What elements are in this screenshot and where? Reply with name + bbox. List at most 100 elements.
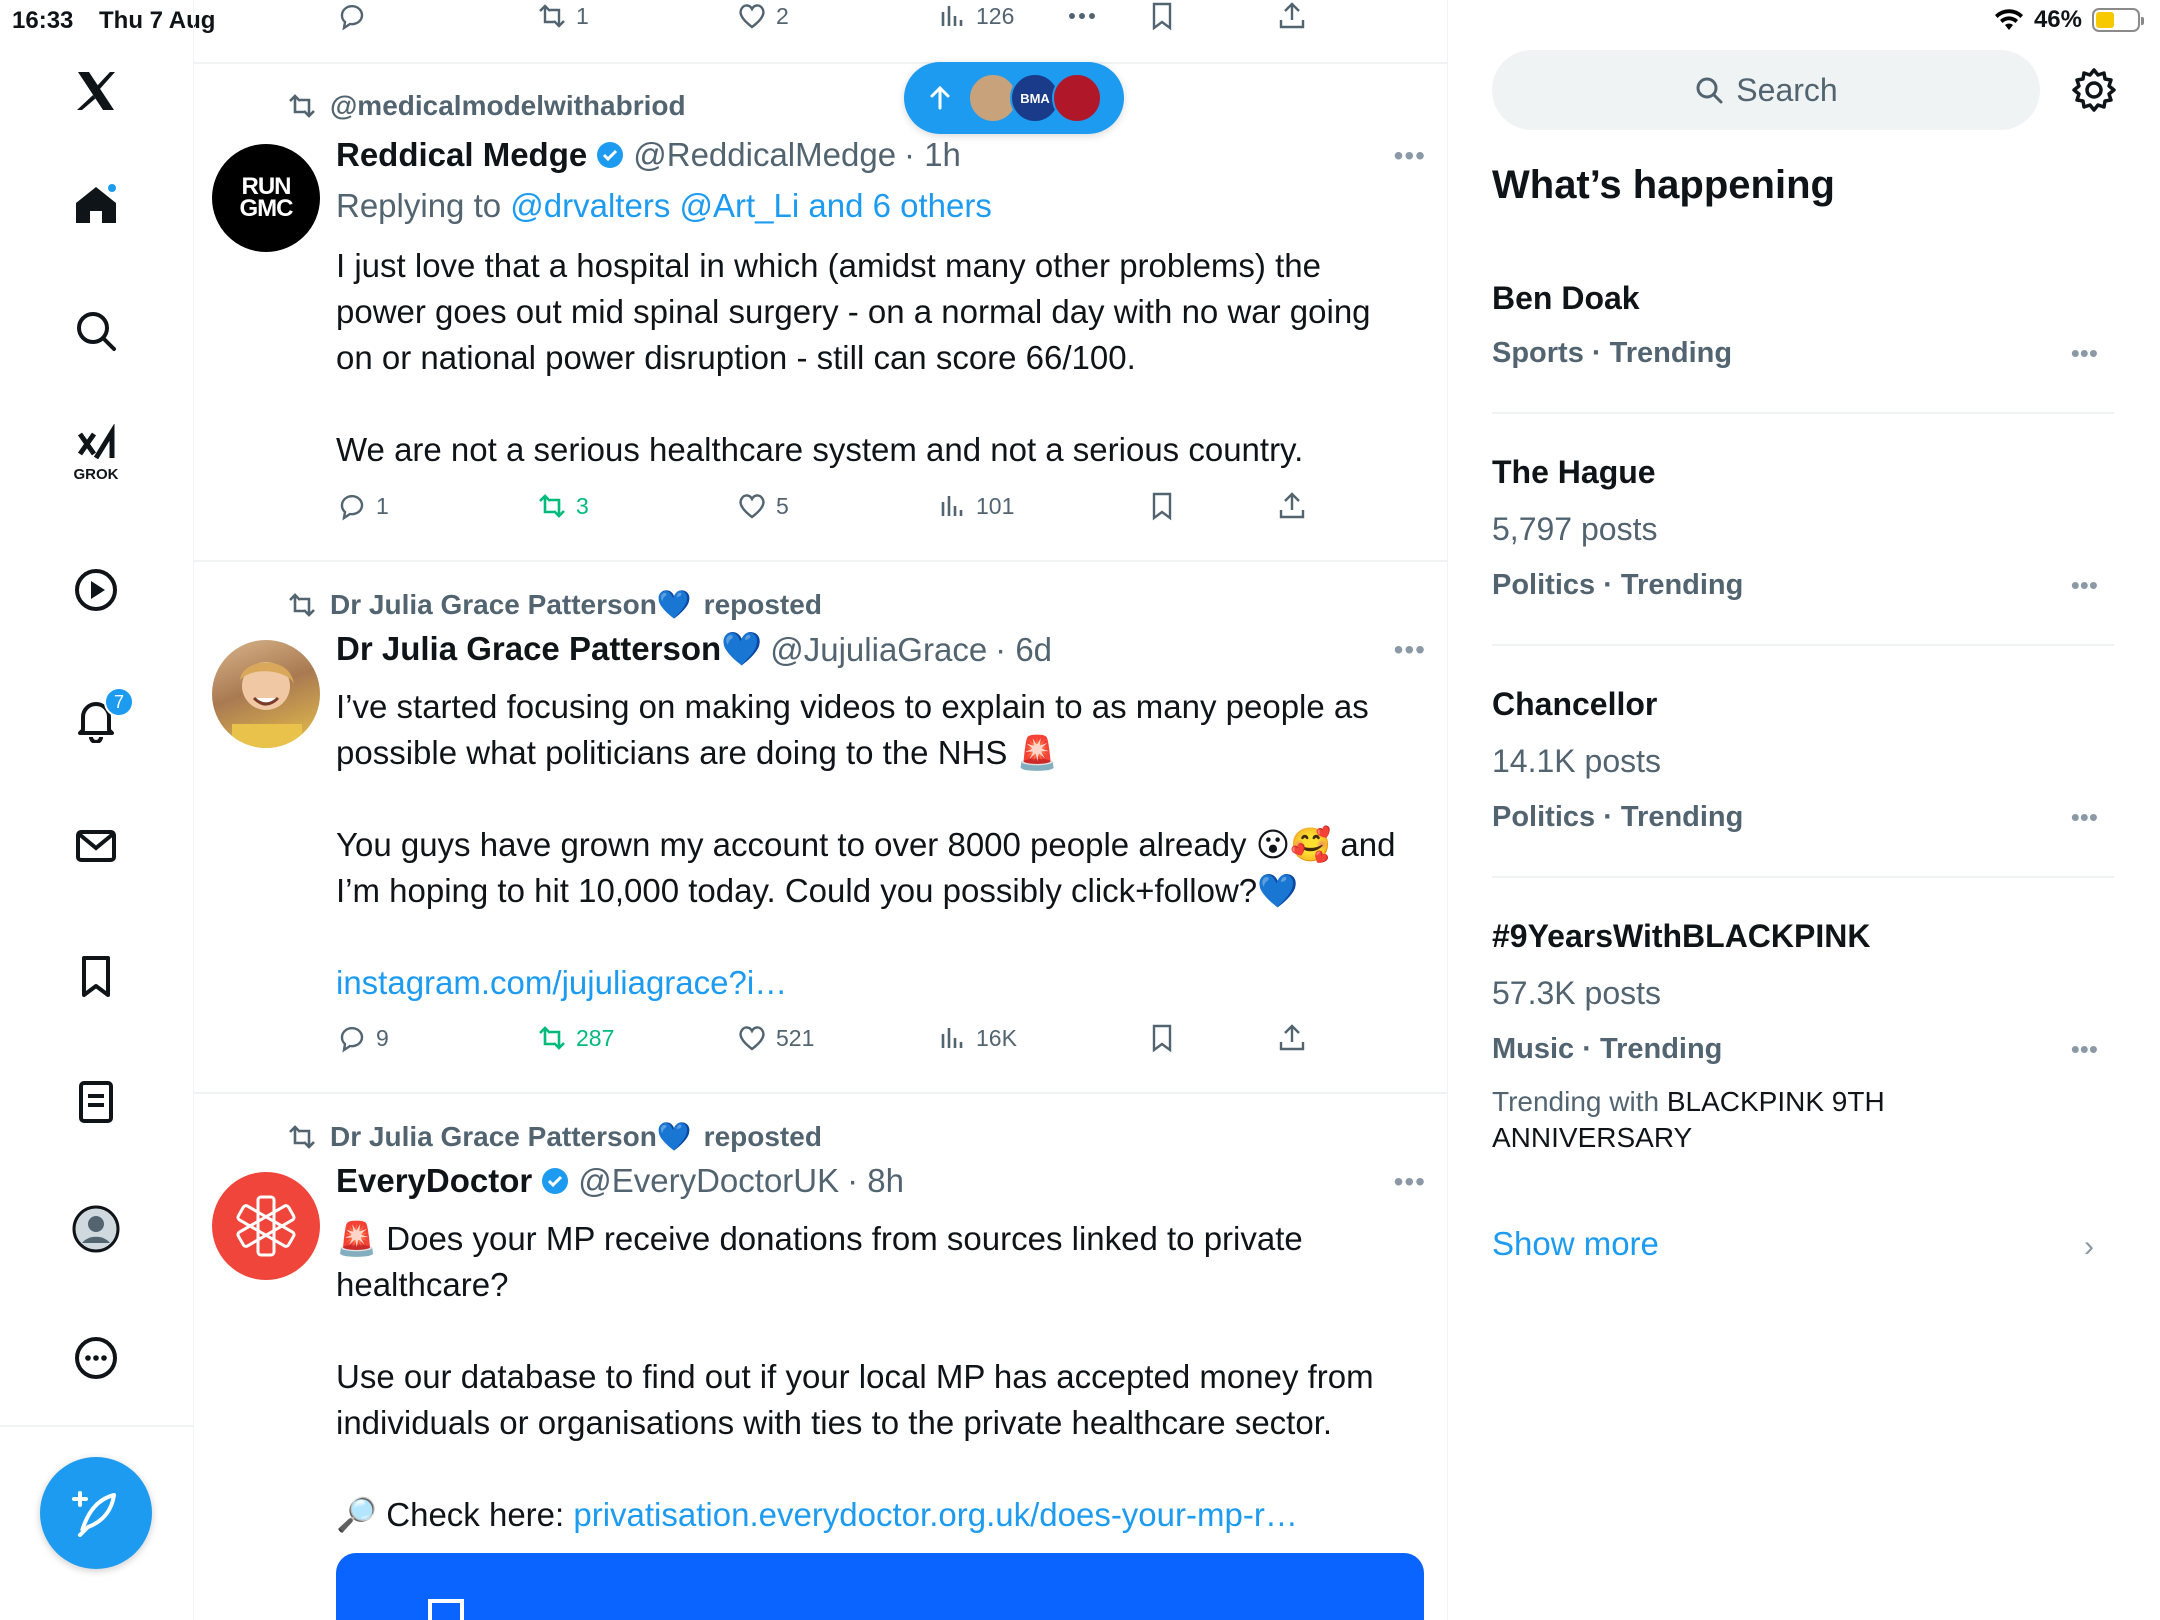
repost-button[interactable]: 287 [536,1022,614,1054]
tweet[interactable]: Dr Julia Grace Patterson💙 reposted Every… [194,1094,1447,1620]
author-handle[interactable]: @JujuliaGrace [770,631,987,669]
chevron-right-icon[interactable]: › [2084,1230,2094,1264]
bookmarks-icon[interactable] [60,940,132,1012]
views-button[interactable]: 126 [936,0,1014,32]
reply-button[interactable] [336,0,368,32]
tweet-text-paragraph [336,776,1416,822]
tweet-header: EveryDoctor @EveryDoctorUK · 8h [336,1162,904,1200]
trend-more-icon[interactable]: ••• [2071,802,2098,833]
reply-button[interactable]: 9 [336,1022,389,1054]
search-box[interactable]: Search [1492,50,2040,130]
trend-more-icon[interactable]: ••• [2071,570,2098,601]
trend-item[interactable]: Chancellor 14.1K posts Politics · Trendi… [1492,684,2114,878]
tweet-body: 🚨 Does your MP receive donations from so… [336,1216,1416,1538]
verified-badge-icon [542,1168,569,1194]
repost-context-suffix: reposted [703,1120,822,1152]
grok-icon[interactable]: GROK [60,420,132,492]
notifications-bell-icon[interactable]: 7 [60,683,134,755]
tweet-text-paragraph: You guys have grown my account to over 8… [336,826,1396,909]
tweet-text-paragraph: 🚨 Does your MP receive donations from so… [336,1220,1303,1303]
more-menu-icon[interactable] [1066,0,1098,32]
tweet-text-paragraph: I just love that a hospital in which (am… [336,247,1371,376]
bookmark-button[interactable] [1146,490,1178,522]
tweet-time[interactable]: · 1h [904,136,961,174]
trend-more-icon[interactable]: ••• [2071,1034,2098,1065]
repost-context-name[interactable]: Dr Julia Grace Patterson💙 [330,588,692,621]
tweet-time[interactable]: · 6d [995,631,1052,669]
repost-icon [289,592,315,617]
reply-button[interactable]: 1 [336,490,389,522]
repost-button[interactable]: 3 [536,490,589,522]
bookmark-button[interactable] [1146,1022,1178,1054]
share-button[interactable] [1276,1022,1308,1054]
video-play-icon[interactable] [60,554,132,626]
tweet-text-paragraph: I’ve started focusing on making videos t… [336,688,1369,771]
show-more-link[interactable]: Show more [1492,1225,1659,1263]
trend-related: Trending with BLACKPINK 9TH ANNIVERSARY [1492,1084,1952,1156]
repost-context: Dr Julia Grace Patterson💙 reposted [286,588,822,621]
views-button[interactable]: 16K [936,1022,1017,1054]
avatar[interactable] [212,640,320,748]
tweet-more-icon[interactable]: ••• [1394,634,1426,666]
trend-item[interactable]: #9YearsWithBLACKPINK 57.3K posts Music ·… [1492,916,2114,1166]
like-button[interactable]: 5 [736,490,789,522]
tweet-link[interactable]: instagram.com/jujuliagrace?i… [336,960,1416,1006]
repost-context: Dr Julia Grace Patterson💙 reposted [286,1120,822,1153]
repost-count: 1 [576,2,589,29]
compose-post-button[interactable] [40,1457,152,1569]
like-button[interactable]: 2 [736,0,789,32]
trend-item[interactable]: Ben Doak Sports · Trending ••• [1492,278,2114,414]
settings-gear-icon[interactable] [2070,66,2118,114]
more-options-icon[interactable] [60,1322,132,1394]
avatar[interactable]: RUN GMC [212,144,320,252]
tweet-time[interactable]: · 8h [847,1162,904,1200]
avatar[interactable] [212,1172,320,1280]
home-icon[interactable] [60,168,132,240]
like-button[interactable]: 521 [736,1022,814,1054]
repost-context: @medicalmodelwithabriod [286,90,686,122]
reply-count: 1 [376,492,389,519]
pill-avatar-3 [1052,73,1102,123]
tweet-text-paragraph [336,1446,1416,1492]
tweet-more-icon[interactable]: ••• [1394,1166,1426,1198]
author-name[interactable]: Dr Julia Grace Patterson💙 [336,630,762,669]
avatar-photo [232,662,302,748]
tweet-more-icon[interactable]: ••• [1394,140,1426,172]
author-name[interactable]: EveryDoctor [336,1162,532,1200]
trend-title: Ben Doak [1492,280,1640,316]
repost-button[interactable]: 1 [536,0,589,32]
arrow-up-icon [930,85,950,110]
profile-avatar-icon[interactable] [60,1193,132,1265]
tweet[interactable]: @medicalmodelwithabriod RUN GMC Reddical… [194,64,1447,562]
views-count: 101 [976,492,1015,519]
author-name[interactable]: Reddical Medge [336,136,587,174]
search-icon[interactable] [60,295,132,367]
tweet-link[interactable]: privatisation.everydoctor.org.uk/does-yo… [573,1496,1297,1533]
replying-prefix: Replying to [336,187,502,224]
card-image [428,1599,464,1620]
nav-divider [0,1425,194,1427]
tweet[interactable]: Dr Julia Grace Patterson💙 reposted Dr Ju… [194,562,1447,1094]
share-button[interactable] [1276,490,1308,522]
bookmark-button[interactable] [1146,0,1178,32]
views-button[interactable]: 101 [936,490,1014,522]
trend-category: Politics · Trending [1492,801,1744,833]
author-handle[interactable]: @ReddicalMedge [633,136,896,174]
author-handle[interactable]: @EveryDoctorUK [578,1162,839,1200]
new-posts-pill[interactable]: BMA [904,62,1124,134]
lists-icon[interactable] [60,1066,132,1138]
replying-to-users[interactable]: @drvalters @Art_Li and 6 others [510,187,992,224]
tweet-check-line: 🔎 Check here: privatisation.everydoctor.… [336,1492,1416,1538]
repost-context-name[interactable]: Dr Julia Grace Patterson💙 [330,1120,692,1153]
messages-envelope-icon[interactable] [60,810,132,882]
trend-more-icon[interactable]: ••• [2071,338,2098,369]
home-unread-dot [106,182,118,194]
link-card-preview[interactable] [336,1553,1424,1620]
reply-count: 9 [376,1024,389,1051]
trend-item[interactable]: The Hague 5,797 posts Politics · Trendin… [1492,452,2114,646]
repost-icon [289,94,315,118]
notifications-badge: 7 [104,687,134,717]
x-logo-icon[interactable] [60,55,132,127]
share-button[interactable] [1276,0,1308,32]
repost-context-suffix: reposted [703,588,822,620]
